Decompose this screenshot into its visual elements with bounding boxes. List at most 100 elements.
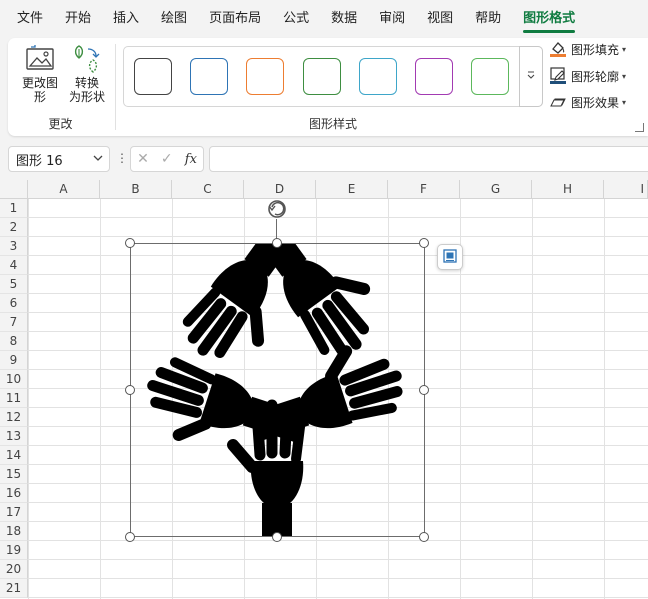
style-swatch[interactable] (246, 58, 284, 95)
row-header[interactable]: 4 (0, 256, 28, 275)
change-graphic-button[interactable]: 更改图 形 (17, 42, 63, 112)
paint-bucket-icon (549, 40, 567, 58)
tab-review[interactable]: 审阅 (368, 0, 416, 38)
row-header[interactable]: 9 (0, 351, 28, 370)
row-header[interactable]: 6 (0, 294, 28, 313)
column-header[interactable]: H (532, 180, 604, 199)
column-header[interactable]: B (100, 180, 172, 199)
tab-view[interactable]: 视图 (416, 0, 464, 38)
column-header[interactable]: I (604, 180, 648, 199)
graphic-styles-group-label: 图形样式 (308, 117, 357, 131)
formula-bar: 图形 16 ⋮ ✕ ✓ fx (0, 143, 648, 175)
convert-to-shape-icon (70, 42, 104, 76)
column-header[interactable]: C (172, 180, 244, 199)
graphic-outline-button[interactable]: 图形轮廓 ▾ (549, 65, 626, 87)
tab-file[interactable]: 文件 (6, 0, 54, 38)
graphic-fill-button[interactable]: 图形填充 ▾ (549, 38, 626, 60)
style-swatch[interactable] (359, 58, 397, 95)
row-header[interactable]: 15 (0, 465, 28, 484)
chevron-down-icon: ▾ (622, 44, 627, 54)
convert-to-shape-button[interactable]: 转换 为形状 (64, 42, 110, 112)
row-header[interactable]: 20 (0, 560, 28, 579)
tab-page-layout[interactable]: 页面布局 (198, 0, 272, 38)
column-header[interactable]: G (460, 180, 532, 199)
column-header[interactable]: E (316, 180, 388, 199)
tab-data[interactable]: 数据 (320, 0, 368, 38)
resize-handle[interactable] (419, 532, 429, 542)
row-header[interactable]: 5 (0, 275, 28, 294)
excel-window: 文件 开始 插入 绘图 页面布局 公式 数据 审阅 视图 帮助 图形格式 更改图… (0, 0, 648, 599)
tab-draw[interactable]: 绘图 (150, 0, 198, 38)
name-box-value: 图形 16 (16, 153, 63, 169)
style-swatch[interactable] (303, 58, 341, 95)
change-graphic-icon (23, 42, 57, 76)
row-header[interactable]: 11 (0, 389, 28, 408)
row-header[interactable]: 1 (0, 199, 28, 218)
tab-formulas[interactable]: 公式 (272, 0, 320, 38)
selection-box (130, 243, 425, 537)
layout-options-icon (442, 248, 458, 267)
row-header[interactable]: 19 (0, 541, 28, 560)
style-swatch[interactable] (471, 58, 509, 95)
gallery-more-button[interactable] (519, 46, 543, 107)
insert-function-button[interactable]: fx (185, 152, 197, 167)
graphic-styles-gallery (123, 46, 543, 107)
row-header[interactable]: 13 (0, 427, 28, 446)
row-header[interactable]: 12 (0, 408, 28, 427)
name-box[interactable]: 图形 16 (8, 146, 110, 172)
row-header[interactable]: 7 (0, 313, 28, 332)
change-group-label: 更改 (48, 117, 73, 131)
layout-options-button[interactable] (437, 244, 463, 270)
dialog-launcher-icon[interactable] (635, 123, 644, 132)
row-header[interactable]: 14 (0, 446, 28, 465)
menu-bar: 文件 开始 插入 绘图 页面布局 公式 数据 审阅 视图 帮助 图形格式 (0, 0, 648, 38)
resize-handle[interactable] (125, 532, 135, 542)
chevron-down-icon[interactable] (93, 151, 103, 168)
tab-home[interactable]: 开始 (54, 0, 102, 38)
resize-handle[interactable] (419, 385, 429, 395)
style-swatch[interactable] (134, 58, 172, 95)
graphic-effects-button[interactable]: 图形效果 ▾ (549, 91, 626, 113)
column-header[interactable]: D (244, 180, 316, 199)
row-header[interactable]: 17 (0, 503, 28, 522)
formula-actions: ✕ ✓ fx (130, 146, 204, 172)
chevron-down-icon: ▾ (622, 71, 627, 81)
formula-input[interactable] (209, 146, 648, 172)
cancel-icon[interactable]: ✕ (137, 151, 149, 167)
column-header[interactable]: F (388, 180, 460, 199)
ribbon: 更改图 形 转换 为形状 更改 图形样式 图形填充 ▾ 图形轮廓 ▾ 图形效果 … (8, 38, 648, 136)
row-header[interactable]: 2 (0, 218, 28, 237)
effects-icon (549, 93, 567, 111)
graphic-fill-label: 图形填充 (571, 42, 620, 57)
tab-graphics-format[interactable]: 图形格式 (512, 0, 586, 38)
style-swatch[interactable] (190, 58, 228, 95)
change-graphic-label: 更改图 形 (21, 76, 58, 104)
resize-handle[interactable] (272, 532, 282, 542)
gallery-more-icon (526, 68, 536, 85)
column-header[interactable]: A (28, 180, 100, 199)
resize-handle[interactable] (125, 238, 135, 248)
more-options-icon[interactable]: ⋮ (116, 151, 128, 165)
resize-handle[interactable] (125, 385, 135, 395)
change-group: 更改图 形 转换 为形状 更改 (8, 38, 113, 136)
pencil-outline-icon (549, 67, 567, 85)
row-header[interactable]: 18 (0, 522, 28, 541)
resize-handle[interactable] (419, 238, 429, 248)
row-header[interactable]: 3 (0, 237, 28, 256)
ribbon-separator (115, 44, 116, 130)
convert-to-shape-label: 转换 为形状 (68, 76, 105, 104)
resize-handle[interactable] (272, 238, 282, 248)
confirm-icon[interactable]: ✓ (161, 151, 173, 167)
row-header[interactable]: 10 (0, 370, 28, 389)
graphic-effects-label: 图形效果 (571, 95, 620, 110)
style-swatch[interactable] (415, 58, 453, 95)
select-all-corner[interactable] (0, 180, 28, 199)
tab-help[interactable]: 帮助 (464, 0, 512, 38)
graphic-outline-label: 图形轮廓 (571, 69, 620, 84)
row-header[interactable]: 16 (0, 484, 28, 503)
tab-insert[interactable]: 插入 (102, 0, 150, 38)
row-header[interactable]: 21 (0, 579, 28, 598)
chevron-down-icon: ▾ (622, 97, 627, 107)
rotate-handle-icon[interactable] (266, 198, 288, 220)
row-header[interactable]: 8 (0, 332, 28, 351)
